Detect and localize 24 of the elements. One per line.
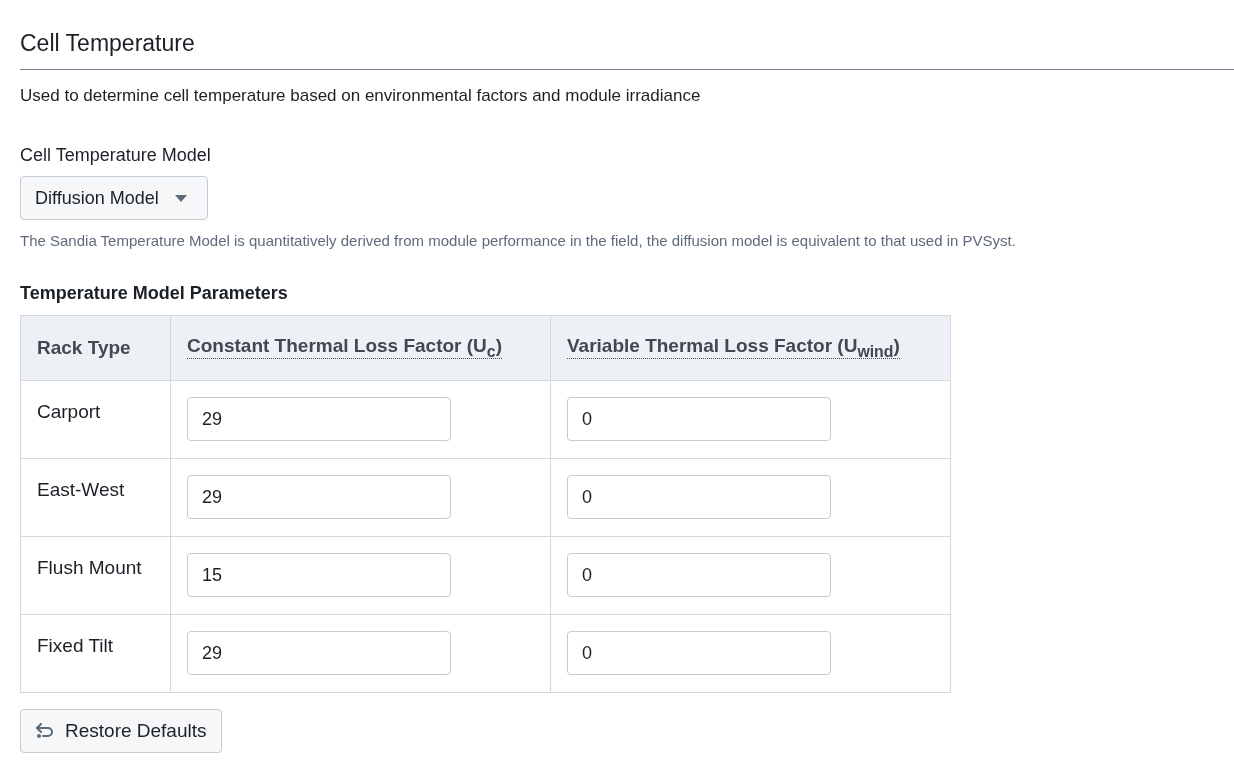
input-field[interactable]: 0 bbox=[567, 475, 831, 519]
caret-icon bbox=[174, 194, 187, 202]
input-field[interactable]: 15 bbox=[187, 553, 451, 597]
input-field[interactable]: 29 bbox=[187, 631, 451, 675]
restore-defaults-button[interactable]: Restore Defaults bbox=[20, 709, 222, 753]
model-dropdown[interactable]: Diffusion Model bbox=[20, 176, 208, 220]
section-title: Cell Temperature bbox=[20, 30, 196, 57]
table-cell: Fixed Tilt bbox=[20, 614, 171, 693]
field-label: Cell Temperature Model bbox=[20, 145, 212, 166]
header-label: Constant Thermal Loss Factor (U$_{c}$) bbox=[187, 335, 502, 360]
section-description: Used to determine cell temperature based on environmental factors and module irradiance bbox=[20, 86, 702, 106]
input-field[interactable]: 29 bbox=[187, 475, 451, 519]
header-label: Variable Thermal Loss Factor (U$_{wind}$) bbox=[567, 335, 900, 360]
table-title: Temperature Model Parameters bbox=[20, 283, 289, 304]
header-label: Rack Type bbox=[37, 337, 131, 358]
table-cell: Flush Mount bbox=[20, 536, 171, 615]
undo-icon bbox=[35, 723, 55, 739]
table-cell: East-West bbox=[20, 458, 171, 537]
help-text: The Sandia Temperature Model is quantitatively derived from module performance in the field, the diffusion model is equivalent to that used in PVSyst. bbox=[20, 232, 1017, 249]
input-field[interactable]: 0 bbox=[567, 631, 831, 675]
input-field[interactable]: 0 bbox=[567, 553, 831, 597]
table-cell: Carport bbox=[20, 380, 171, 459]
input-field[interactable]: 29 bbox=[187, 397, 451, 441]
input-field[interactable]: 0 bbox=[567, 397, 831, 441]
